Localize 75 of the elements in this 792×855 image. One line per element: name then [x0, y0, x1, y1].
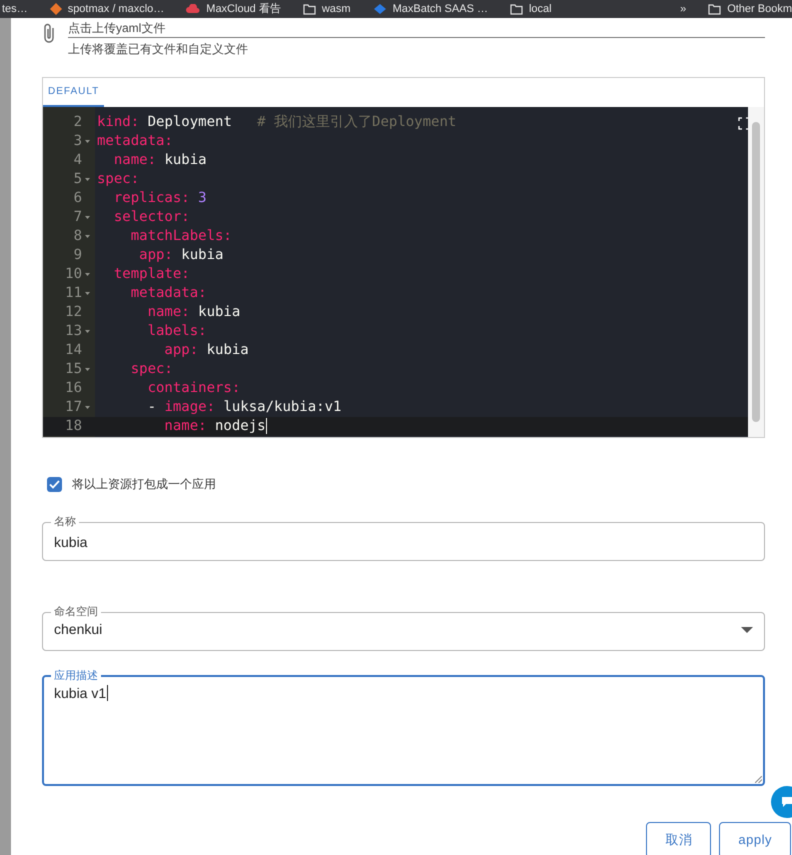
line-number: 8 — [74, 227, 82, 246]
bookmark-item[interactable]: MaxCloud 看告 — [186, 0, 281, 18]
line-number: 15 — [65, 360, 82, 379]
line-number: 6 — [74, 189, 82, 208]
code-line: app: kubia — [138, 246, 224, 265]
line-number: 10 — [65, 265, 82, 284]
code-line: - image: luksa/kubia:v1 — [146, 398, 342, 417]
name-field[interactable]: 名称 kubia — [42, 515, 765, 561]
code-line: metadata: — [96, 132, 173, 151]
check-icon — [49, 480, 60, 488]
package-label: 将以上资源打包成一个应用 — [72, 476, 216, 493]
code-line: name: kubia — [112, 151, 207, 170]
folder-icon — [708, 4, 722, 14]
scrollbar-thumb[interactable] — [752, 122, 760, 422]
fold-caret-icon[interactable] — [84, 368, 90, 371]
dropdown-caret-icon — [741, 626, 753, 632]
bookmark-item[interactable]: spotmax / maxclo… — [50, 0, 164, 18]
code-line: labels: — [146, 322, 207, 341]
field-label: 命名空间 — [53, 605, 99, 619]
line-number: 9 — [74, 246, 82, 265]
cancel-button[interactable]: 取消 — [646, 822, 712, 855]
code-line: name: nodejs — [163, 417, 267, 436]
line-number: 11 — [65, 284, 82, 303]
line-number: 5 — [74, 170, 82, 189]
fold-caret-icon[interactable] — [84, 216, 90, 219]
code-line: kind: Deployment # 我们这里引入了Deployment — [96, 113, 456, 132]
line-number: 17 — [65, 398, 82, 417]
paperclip-icon[interactable] — [42, 22, 56, 44]
fold-caret-icon[interactable] — [84, 235, 90, 238]
bookmark-item[interactable]: MaxBatch SAAS … — [372, 0, 488, 18]
line-number: 13 — [65, 322, 82, 341]
line-number: 16 — [65, 379, 82, 398]
bookmark-item[interactable]: local — [510, 0, 552, 18]
diamond-icon — [50, 3, 62, 15]
code-line: spec: — [96, 170, 140, 189]
other-bookmarks[interactable]: Other Bookm — [708, 0, 792, 18]
fold-caret-icon[interactable] — [84, 292, 90, 295]
fold-caret-icon[interactable] — [84, 140, 90, 143]
fold-caret-icon[interactable] — [84, 273, 90, 276]
fold-caret-icon[interactable] — [84, 330, 90, 333]
upload-helper-text: 上传将覆盖已有文件和自定义文件 — [68, 41, 249, 58]
code-line: app: kubia — [163, 341, 249, 360]
bookmark-item[interactable]: wasm — [302, 0, 351, 18]
line-number: 2 — [74, 113, 82, 132]
line-number: 4 — [74, 151, 82, 170]
fold-caret-icon[interactable] — [84, 178, 90, 181]
field-label: 应用描述 — [53, 669, 99, 683]
code-line: selector: — [112, 208, 190, 227]
line-number: 18 — [65, 417, 82, 436]
apply-button[interactable]: apply — [719, 822, 791, 855]
line-number: 3 — [74, 132, 82, 151]
bookmarks-overflow[interactable]: » — [680, 0, 686, 18]
fullscreen-icon[interactable] — [738, 117, 750, 130]
code-line: spec: — [130, 360, 173, 379]
folder-icon — [302, 4, 316, 14]
package-checkbox[interactable] — [47, 476, 62, 492]
code-line: template: — [112, 265, 190, 284]
code-line: name: kubia — [146, 303, 240, 322]
upload-field[interactable]: 点击上传yaml文件 — [68, 20, 765, 38]
code-line: matchLabels: — [130, 227, 232, 246]
code-line: metadata: — [130, 284, 207, 303]
namespace-select[interactable]: 命名空间 chenkui — [42, 605, 765, 651]
resize-handle-icon[interactable] — [755, 776, 762, 783]
chat-bubble-icon — [780, 796, 792, 808]
cloud-icon — [186, 4, 200, 14]
fold-caret-icon[interactable] — [84, 406, 90, 409]
line-number: 7 — [74, 208, 82, 227]
line-number: 14 — [65, 341, 82, 360]
code-line: containers: — [146, 379, 240, 398]
bookmark-item[interactable]: tes… — [2, 0, 28, 18]
folder-icon — [510, 4, 523, 14]
description-field[interactable]: 应用描述 kubia v1 — [42, 669, 765, 786]
line-number: 12 — [65, 303, 82, 322]
field-label: 名称 — [53, 515, 77, 529]
code-line: replicas: 3 — [112, 189, 207, 208]
